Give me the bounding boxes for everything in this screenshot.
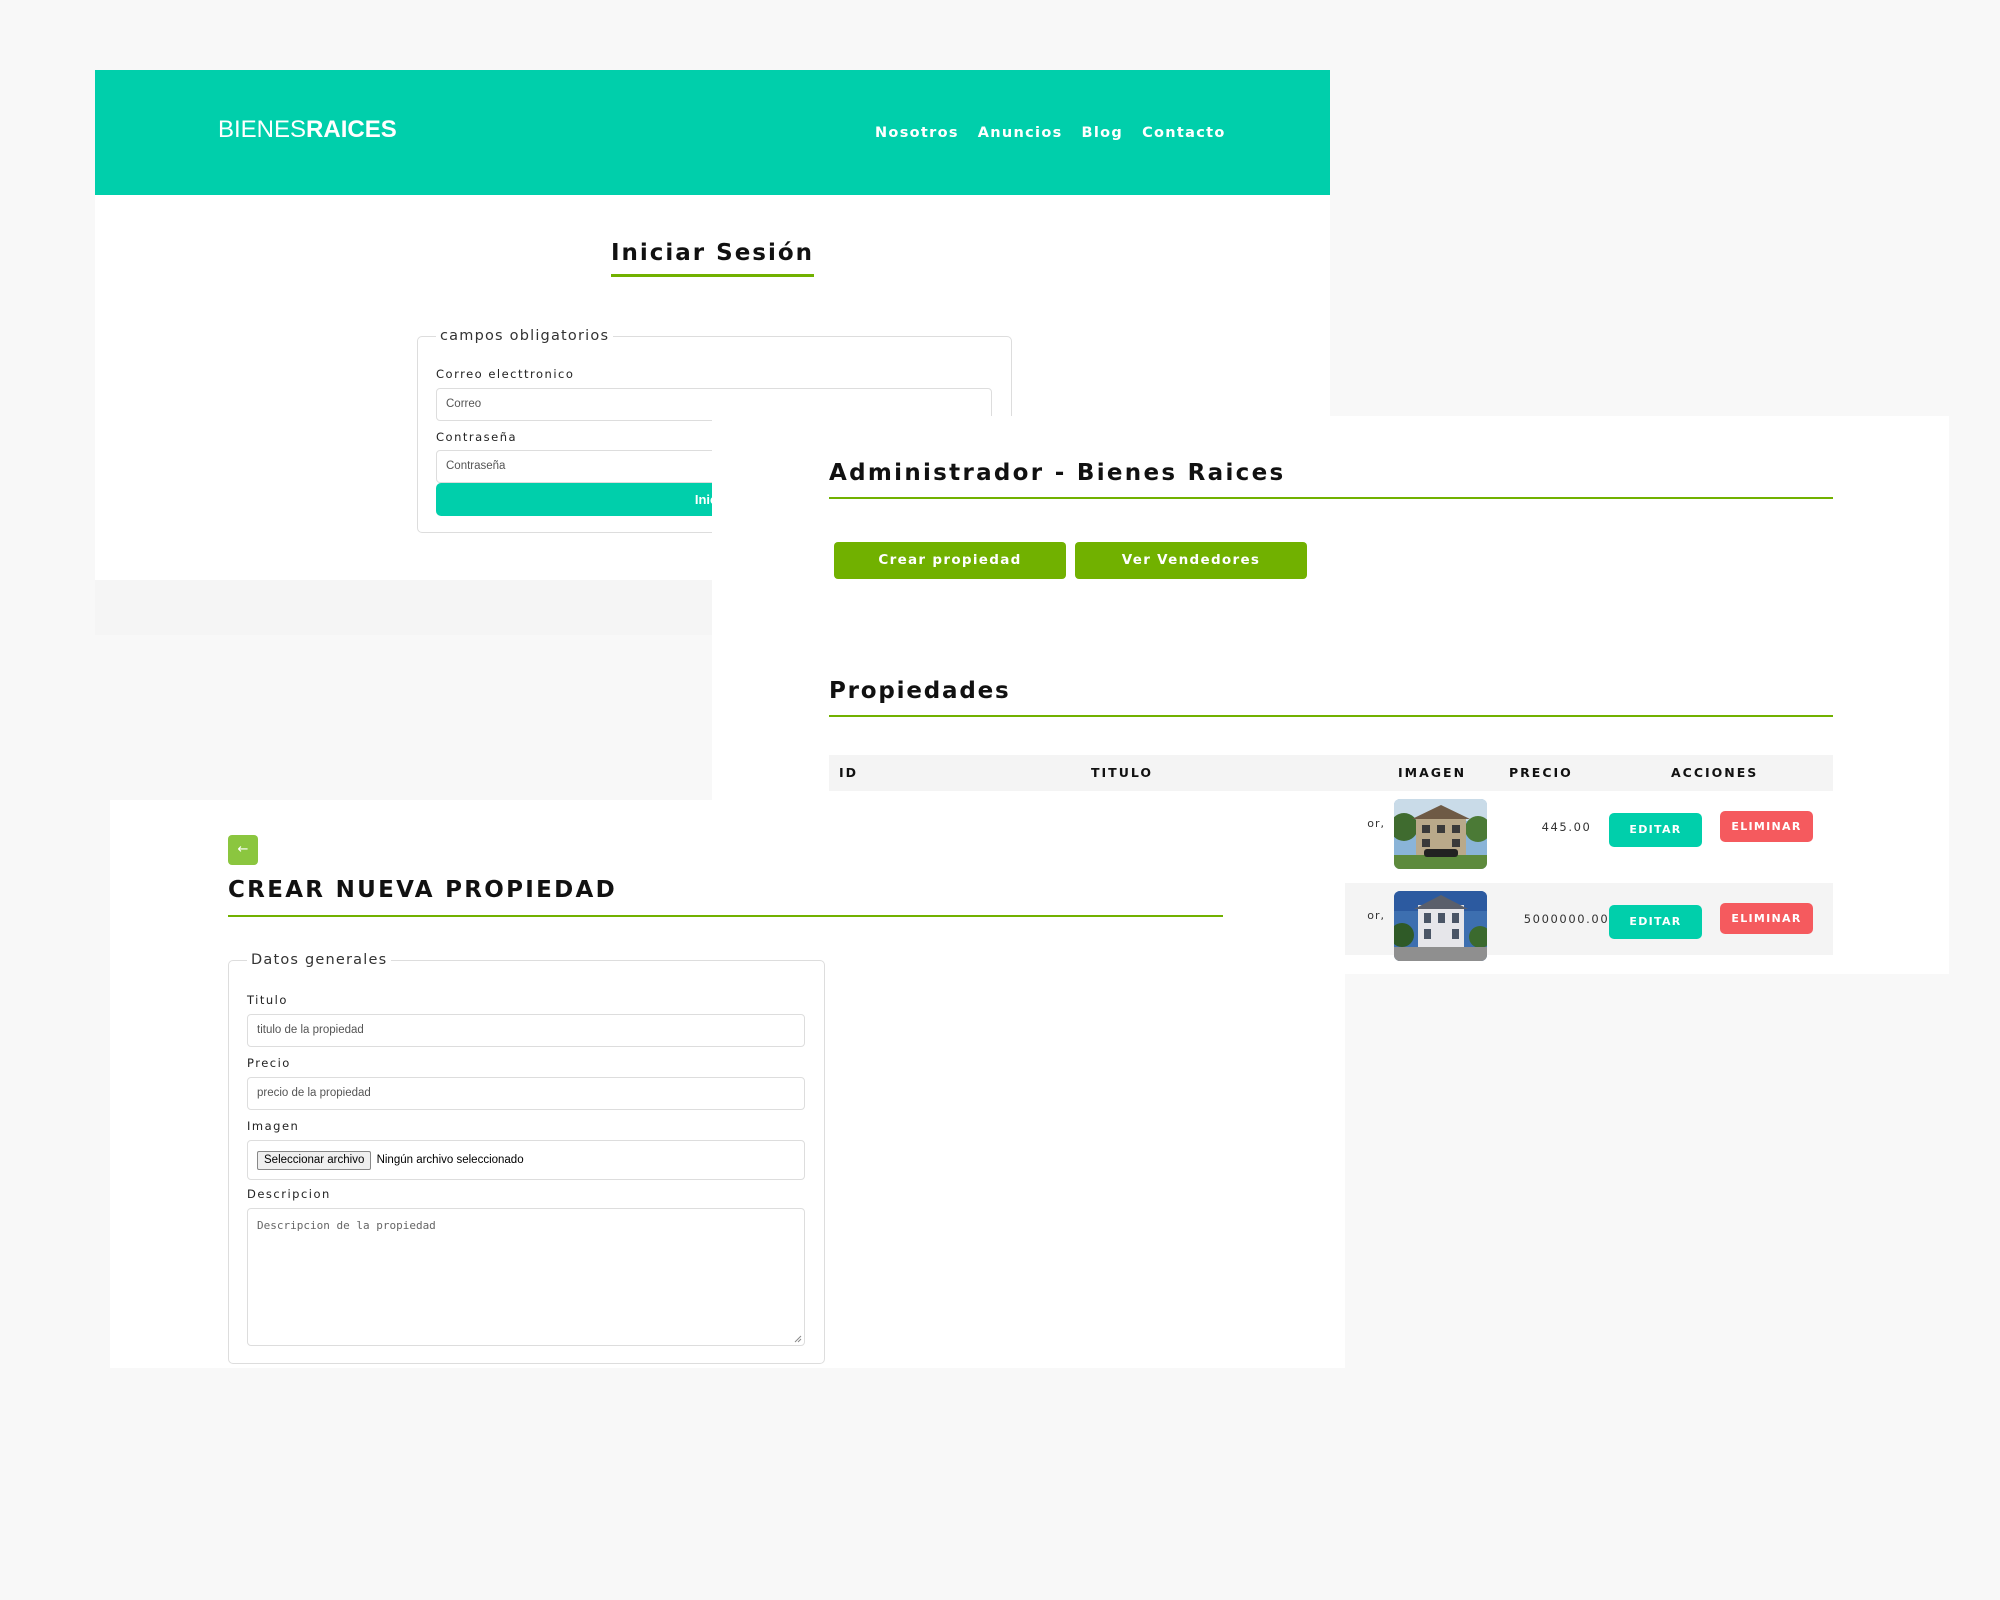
column-header-precio: PRECIO (1509, 765, 1573, 780)
general-data-legend: Datos generales (251, 952, 388, 968)
descripcion-textarea[interactable]: Descripcion de la propiedad (247, 1208, 805, 1346)
column-header-imagen: IMAGEN (1398, 765, 1467, 780)
create-property-window: ← CREAR NUEVA PROPIEDAD Datos generales … (110, 800, 1345, 1368)
precio-label: Precio (247, 1056, 291, 1070)
titulo-label: Titulo (247, 993, 288, 1007)
nav-link-nosotros[interactable]: Nosotros (875, 125, 959, 141)
edit-button[interactable]: EDITAR (1609, 905, 1702, 939)
imagen-label: Imagen (247, 1119, 300, 1133)
back-arrow-icon[interactable]: ← (228, 835, 258, 865)
edit-button[interactable]: EDITAR (1609, 813, 1702, 847)
descripcion-label: Descripcion (247, 1187, 331, 1201)
property-image (1394, 799, 1487, 869)
login-title: Iniciar Sesión (95, 240, 1330, 277)
resize-grip-icon[interactable] (794, 1335, 802, 1343)
column-header-acciones: ACCIONES (1671, 765, 1759, 780)
delete-button[interactable]: ELIMINAR (1720, 903, 1813, 934)
site-logo[interactable]: BIENESRAICES (218, 116, 397, 144)
file-status: Ningún archivo seleccionado (376, 1154, 524, 1166)
select-file-button[interactable]: Seleccionar archivo (257, 1150, 372, 1170)
create-title: CREAR NUEVA PROPIEDAD (228, 877, 618, 903)
login-legend: campos obligatorios (440, 328, 610, 344)
column-header-id: ID (839, 765, 859, 780)
descripcion-placeholder: Descripcion de la propiedad (257, 1219, 436, 1232)
general-data-fieldset: Datos generales Titulo titulo de la prop… (228, 952, 825, 1364)
properties-table-header: ID TITULO IMAGEN PRECIO ACCIONES (829, 755, 1833, 791)
create-property-button[interactable]: Crear propiedad (834, 542, 1066, 579)
create-title-rule (228, 915, 1223, 917)
view-sellers-button[interactable]: Ver Vendedores (1075, 542, 1307, 579)
logo-bold: RAICES (306, 116, 397, 143)
password-label: Contraseña (436, 430, 518, 444)
site-header: BIENESRAICES Nosotros Anuncios Blog Cont… (95, 70, 1330, 195)
titulo-input[interactable]: titulo de la propiedad (247, 1014, 805, 1047)
login-title-text: Iniciar Sesión (610, 240, 815, 277)
nav-link-blog[interactable]: Blog (1082, 125, 1124, 141)
property-image (1394, 891, 1487, 961)
precio-input[interactable]: precio de la propiedad (247, 1077, 805, 1110)
admin-title-rule (829, 497, 1833, 499)
admin-title: Administrador - Bienes Raices (829, 460, 1286, 486)
column-header-titulo: TITULO (1091, 765, 1153, 780)
nav-link-anuncios[interactable]: Anuncios (978, 125, 1063, 141)
delete-button[interactable]: ELIMINAR (1720, 811, 1813, 842)
imagen-file-input[interactable]: Seleccionar archivo Ningún archivo selec… (247, 1140, 805, 1180)
logo-light: BIENES (218, 116, 307, 143)
main-nav: Nosotros Anuncios Blog Contacto (875, 125, 1226, 141)
email-label: Correo electtronico (436, 367, 575, 381)
properties-title: Propiedades (829, 678, 1011, 704)
properties-title-rule (829, 715, 1833, 717)
nav-link-contacto[interactable]: Contacto (1142, 125, 1226, 141)
